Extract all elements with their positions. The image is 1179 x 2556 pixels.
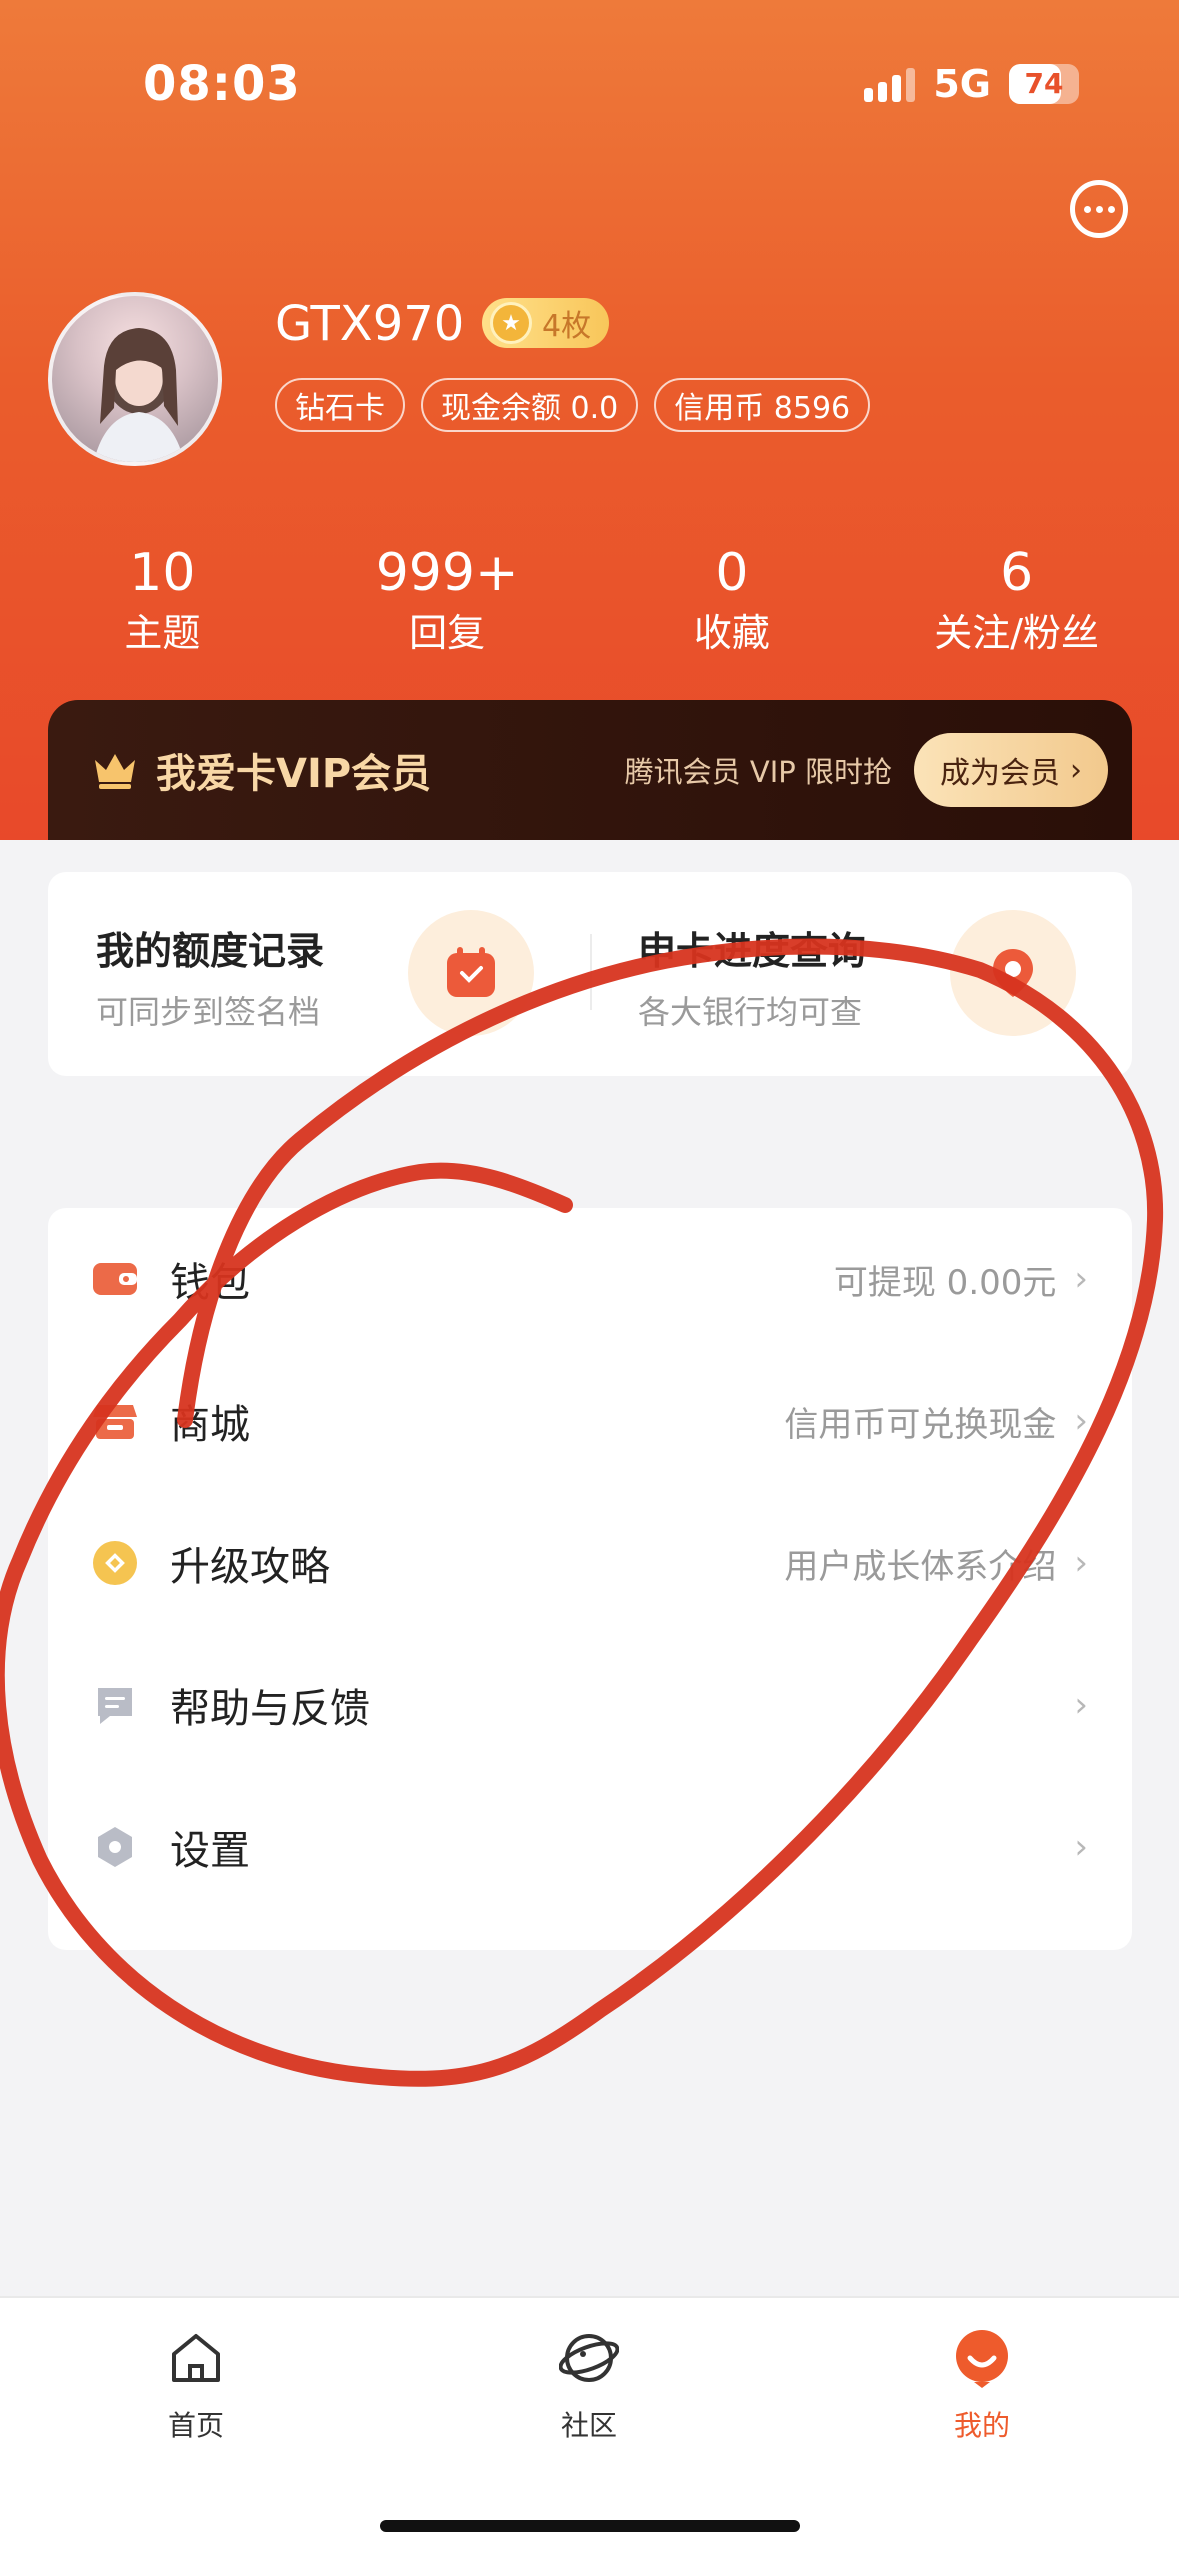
stat-label: 关注/粉丝 — [934, 611, 1100, 655]
feedback-icon — [92, 1682, 138, 1728]
menu-item-help-feedback[interactable]: 帮助与反馈 › — [48, 1634, 1132, 1776]
wallet-icon — [92, 1256, 138, 1302]
application-progress-card[interactable]: 申卡进度查询 各大银行均可查 — [590, 872, 1132, 1076]
quota-record-card[interactable]: 我的额度记录 可同步到签名档 — [48, 872, 590, 1076]
menu-label: 钱包 — [170, 1260, 250, 1306]
stat-num: 999+ — [375, 543, 519, 603]
stat-follow[interactable]: 6 关注/粉丝 — [874, 540, 1159, 660]
profile-icon — [882, 2326, 1082, 2390]
calendar-icon — [408, 910, 534, 1036]
stat-replies[interactable]: 999+ 回复 — [305, 540, 590, 660]
stat-label: 回复 — [409, 611, 486, 655]
become-member-button[interactable]: 成为会员 › — [914, 733, 1108, 807]
location-pin-icon — [950, 910, 1076, 1036]
tag-cash-balance[interactable]: 现金余额 0.0 — [421, 378, 639, 432]
menu-value: 用户成长体系介绍 — [784, 1546, 1057, 1587]
tab-community[interactable]: 社区 — [489, 2326, 689, 2444]
home-icon — [96, 2326, 296, 2390]
status-indicators: 5G 74 — [864, 62, 1079, 106]
profile-tags: 钻石卡 现金余额 0.0 信用币 8596 — [275, 378, 871, 432]
tab-label: 社区 — [560, 2409, 617, 2442]
coin-badge[interactable]: ★ 4枚 — [482, 298, 610, 348]
chevron-right-icon: › — [1074, 1543, 1088, 1583]
settings-menu: 钱包 可提现 0.00元 › 商城 信用币可兑换现金 › 升级攻略 用户成长体系… — [48, 1208, 1132, 1950]
upgrade-icon — [92, 1540, 138, 1586]
network-type: 5G — [933, 62, 991, 106]
menu-item-store[interactable]: 商城 信用币可兑换现金 › — [48, 1350, 1132, 1492]
settings-icon — [92, 1824, 138, 1870]
tab-label: 我的 — [953, 2409, 1010, 2442]
chevron-right-icon: › — [1070, 752, 1082, 788]
menu-label: 商城 — [170, 1402, 250, 1448]
stat-num: 6 — [1000, 543, 1034, 603]
battery-level: 74 — [1024, 67, 1064, 100]
tag-credit-coins[interactable]: 信用币 8596 — [654, 378, 871, 432]
menu-value: 可提现 0.00元 — [833, 1262, 1057, 1303]
coin-count: 4枚 — [542, 309, 592, 344]
stat-topics[interactable]: 10 主题 — [20, 540, 305, 660]
menu-item-upgrade-guide[interactable]: 升级攻略 用户成长体系介绍 › — [48, 1492, 1132, 1634]
signal-icon — [864, 66, 916, 102]
coin-icon: ★ — [490, 302, 532, 344]
tab-profile[interactable]: 我的 — [882, 2326, 1082, 2444]
become-member-label: 成为会员 — [940, 756, 1060, 791]
menu-label: 帮助与反馈 — [170, 1686, 370, 1732]
vip-banner[interactable]: 我爱卡VIP会员 腾讯会员 VIP 限时抢 成为会员 › — [48, 700, 1132, 840]
stat-label: 主题 — [124, 611, 201, 655]
stat-num: 0 — [715, 543, 749, 603]
vip-title: 我爱卡VIP会员 — [156, 751, 432, 797]
avatar[interactable] — [48, 292, 222, 466]
vip-subtitle: 腾讯会员 VIP 限时抢 — [624, 755, 892, 789]
stat-num: 10 — [129, 543, 196, 603]
menu-item-settings[interactable]: 设置 › — [48, 1776, 1132, 1918]
status-time: 08:03 — [143, 56, 301, 112]
battery-icon: 74 — [1009, 64, 1079, 104]
stat-label: 收藏 — [693, 611, 770, 655]
home-indicator[interactable] — [380, 2520, 800, 2532]
chevron-right-icon: › — [1074, 1401, 1088, 1441]
chevron-right-icon: › — [1074, 1827, 1088, 1867]
community-icon — [489, 2326, 689, 2390]
crown-icon — [95, 754, 135, 789]
chevron-right-icon: › — [1074, 1259, 1088, 1299]
stats-row: 10 主题 999+ 回复 0 收藏 6 关注/粉丝 — [20, 540, 1159, 660]
menu-item-wallet[interactable]: 钱包 可提现 0.00元 › — [48, 1208, 1132, 1350]
menu-label: 设置 — [170, 1828, 250, 1874]
message-icon[interactable] — [1070, 180, 1128, 238]
username: GTX970 — [275, 296, 465, 352]
quick-actions: 我的额度记录 可同步到签名档 申卡进度查询 各大银行均可查 — [48, 872, 1132, 1076]
chevron-right-icon: › — [1074, 1685, 1088, 1725]
menu-value: 信用币可兑换现金 — [784, 1404, 1057, 1445]
menu-label: 升级攻略 — [170, 1544, 330, 1590]
tab-home[interactable]: 首页 — [96, 2326, 296, 2444]
stat-favorites[interactable]: 0 收藏 — [590, 540, 875, 660]
tab-label: 首页 — [167, 2409, 224, 2442]
bottom-tab-bar: 首页 社区 我的 — [0, 2296, 1179, 2556]
tag-card-level[interactable]: 钻石卡 — [275, 378, 405, 432]
store-icon — [92, 1398, 138, 1444]
